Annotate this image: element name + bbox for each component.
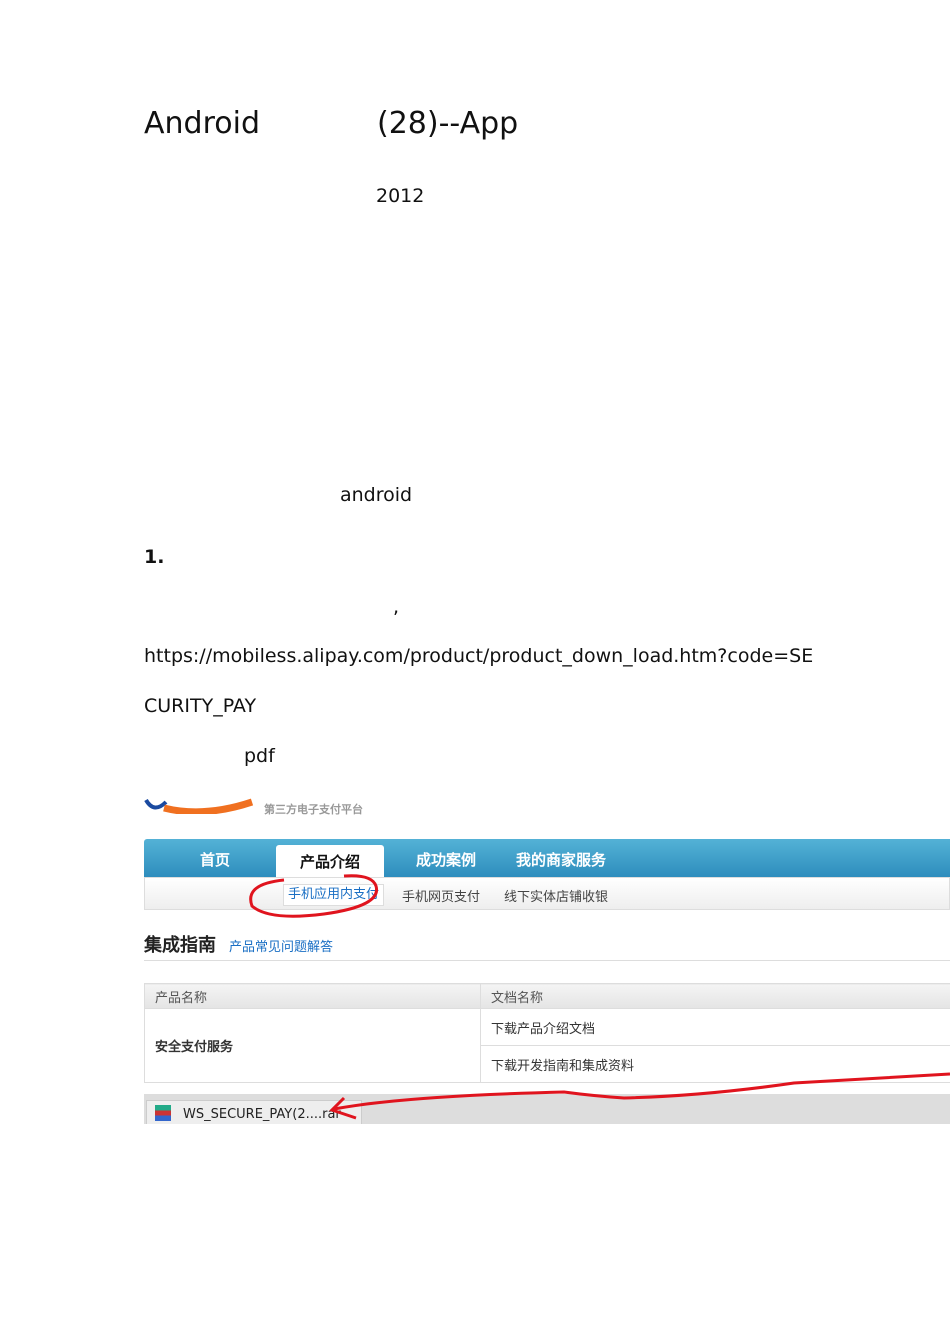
step-number: 1. — [144, 546, 165, 568]
url-line-2[interactable]: CURITY_PAY — [144, 695, 256, 717]
red-annotation — [249, 874, 950, 1120]
year: 2012 — [376, 185, 425, 207]
pdf-text: pdf — [244, 745, 275, 767]
embedded-screenshot: 第三方电子支付平台 首页 产品介绍 成功案例 我的商家服务 手机应用内支付 手机… — [144, 796, 950, 1124]
title-left: Android — [144, 106, 260, 141]
comma: , — [393, 596, 400, 618]
android-text: android — [340, 484, 413, 506]
document-page: Android (28)--App 2012 android 1. , http… — [0, 0, 950, 1344]
title-right: (28)--App — [377, 106, 519, 141]
url-line-1[interactable]: https://mobiless.alipay.com/product/prod… — [144, 645, 813, 667]
